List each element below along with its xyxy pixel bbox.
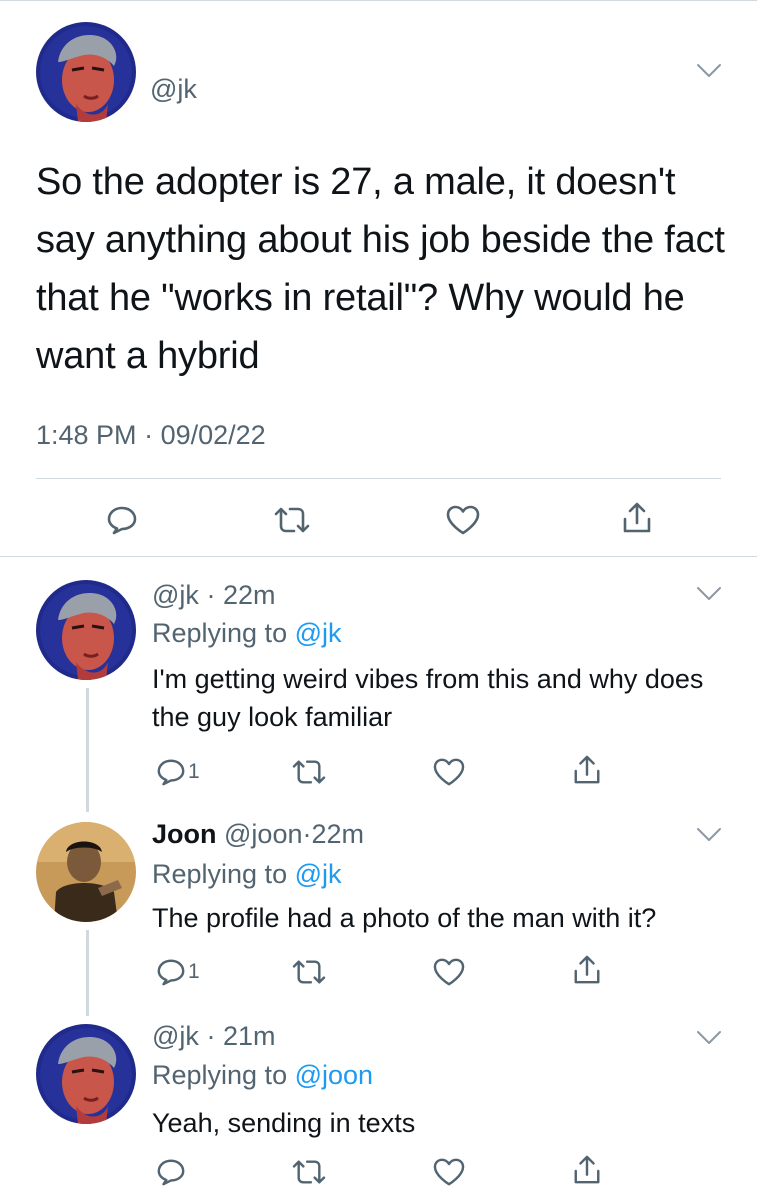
replying-to-label: Replying to (152, 618, 288, 648)
profile-photo (36, 1024, 136, 1124)
thread-connector-line (86, 930, 89, 1016)
reply-speech-bubble-icon (156, 957, 186, 987)
display-name[interactable]: Joon (152, 819, 217, 849)
reply-time[interactable]: 21m (223, 1021, 276, 1051)
share-upload-icon (572, 1154, 602, 1186)
like-button[interactable] (432, 1152, 466, 1192)
reply-count: 1 (188, 760, 200, 783)
profile-photo (36, 22, 136, 122)
reply-speech-bubble-icon (156, 757, 186, 787)
like-button[interactable] (445, 500, 481, 540)
retweet-arrows-icon (290, 1157, 328, 1187)
replying-to-label: Replying to (152, 1060, 288, 1090)
meta-separator: · (206, 1021, 216, 1051)
reply-text: I'm getting weird vibes from this and wh… (152, 664, 704, 732)
retweet-arrows-icon (290, 957, 328, 987)
main-tweet-text: So the adopter is 27, a male, it doesn't… (36, 161, 725, 377)
retweet-arrows-icon (272, 504, 312, 536)
replying-to-link[interactable]: @jk (295, 859, 342, 889)
more-options-chevron-down-icon[interactable] (695, 1029, 723, 1047)
like-button[interactable] (432, 752, 466, 792)
reply-count: 1 (188, 960, 200, 983)
reply-header: Joon @joon·22m (152, 819, 364, 850)
main-tweet-timestamp: 1:48 PM · 09/02/22 (36, 420, 266, 451)
reply-handle[interactable]: @jk (152, 580, 199, 610)
retweet-button[interactable] (272, 500, 312, 540)
reply-button[interactable]: 1 (156, 952, 200, 992)
reply-button[interactable] (156, 1152, 186, 1192)
share-upload-icon (572, 754, 602, 786)
reply-speech-bubble-icon (156, 1157, 186, 1187)
replying-to: Replying to @jk (152, 859, 342, 890)
reply-handle[interactable]: @joon (224, 819, 302, 849)
heart-icon (432, 757, 466, 787)
replying-to-label: Replying to (152, 859, 288, 889)
avatar[interactable] (36, 580, 136, 680)
meta-divider (36, 478, 721, 479)
reply-time[interactable]: 22m (311, 819, 364, 849)
replying-to-link[interactable]: @joon (295, 1060, 373, 1090)
avatar[interactable] (36, 822, 136, 922)
share-button[interactable] (621, 498, 653, 538)
more-options-chevron-down-icon[interactable] (695, 585, 723, 603)
like-button[interactable] (432, 952, 466, 992)
profile-photo (36, 822, 136, 922)
share-button[interactable] (572, 750, 602, 790)
share-button[interactable] (572, 1150, 602, 1190)
share-upload-icon (572, 954, 602, 986)
share-upload-icon (621, 501, 653, 535)
reply-speech-bubble-icon (106, 504, 138, 536)
avatar[interactable] (36, 1024, 136, 1124)
heart-icon (445, 504, 481, 536)
heart-icon (432, 1157, 466, 1187)
reply-button[interactable]: 1 (156, 752, 200, 792)
tweet-date: 09/02/22 (160, 420, 266, 450)
reply-time[interactable]: 22m (223, 580, 276, 610)
more-options-chevron-down-icon[interactable] (695, 62, 723, 80)
reply-header: @jk · 22m (152, 580, 275, 611)
share-button[interactable] (572, 950, 602, 990)
tweet-time: 1:48 PM (36, 420, 137, 450)
reply-text: The profile had a photo of the man with … (152, 903, 657, 933)
avatar[interactable] (36, 22, 136, 122)
reply-header: @jk · 21m (152, 1021, 275, 1052)
replying-to: Replying to @jk (152, 618, 342, 649)
thread-connector-line (86, 688, 89, 812)
section-divider (0, 556, 757, 557)
reply-handle[interactable]: @jk (152, 1021, 199, 1051)
top-divider (0, 0, 757, 1)
replying-to-link[interactable]: @jk (295, 618, 342, 648)
retweet-arrows-icon (290, 757, 328, 787)
replying-to: Replying to @joon (152, 1060, 373, 1091)
reply-text: Yeah, sending in texts (152, 1108, 416, 1138)
heart-icon (432, 957, 466, 987)
meta-separator: · (144, 420, 154, 450)
reply-button[interactable] (106, 500, 138, 540)
meta-separator: · (206, 580, 216, 610)
profile-photo (36, 580, 136, 680)
main-tweet-handle[interactable]: @jk (150, 74, 197, 105)
retweet-button[interactable] (290, 1152, 328, 1192)
retweet-button[interactable] (290, 952, 328, 992)
retweet-button[interactable] (290, 752, 328, 792)
more-options-chevron-down-icon[interactable] (695, 826, 723, 844)
